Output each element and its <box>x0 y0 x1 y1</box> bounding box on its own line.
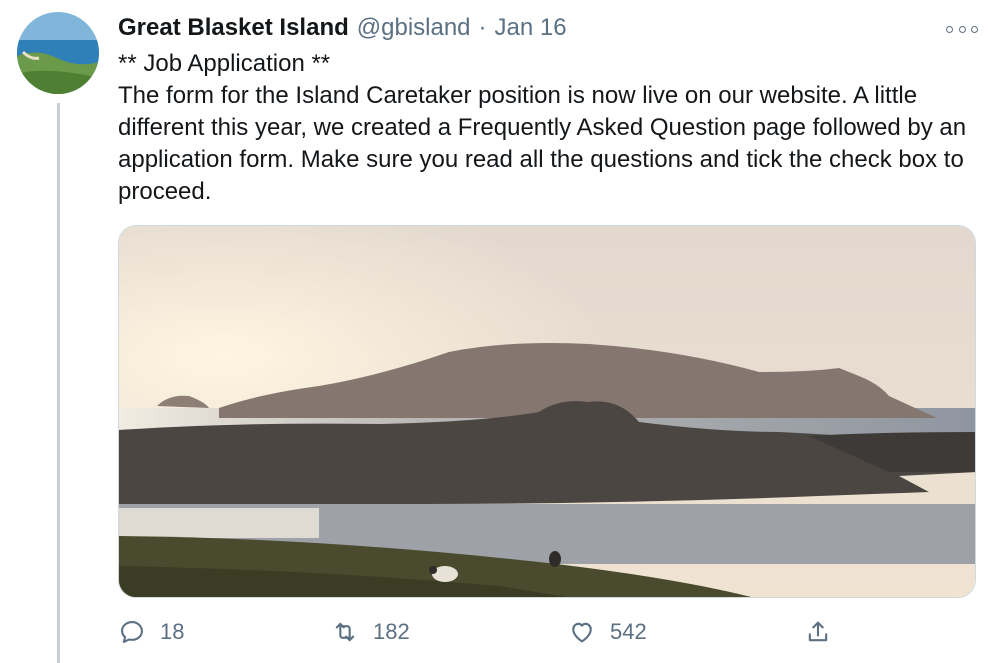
tweet-photo[interactable] <box>118 225 976 598</box>
tweet-heading: ** Job Application ** <box>118 50 331 77</box>
separator-dot: · <box>478 14 487 41</box>
reply-count: 18 <box>160 619 185 644</box>
tweet-header: Great Blasket Island @gbisland · Jan 16 <box>118 12 567 44</box>
thread-line <box>57 103 60 663</box>
tweet-text: ** Job Application ** The form for the I… <box>118 48 978 208</box>
avatar-image <box>17 12 99 94</box>
island-landscape-image <box>119 226 975 597</box>
reply-icon <box>121 621 143 643</box>
display-name[interactable]: Great Blasket Island <box>118 14 349 42</box>
retweet-icon <box>335 622 355 642</box>
reply-button[interactable]: 18 <box>118 612 184 652</box>
tweet-actions: 18 182 542 <box>118 612 978 652</box>
share-button[interactable] <box>804 612 846 652</box>
more-options-icon[interactable] <box>946 18 978 40</box>
retweet-count: 182 <box>373 619 410 644</box>
tweet-body: The form for the Island Caretaker positi… <box>118 82 967 205</box>
user-handle[interactable]: @gbisland <box>357 14 471 42</box>
tweet-date[interactable]: Jan 16 <box>495 14 567 42</box>
share-icon <box>808 621 828 642</box>
retweet-button[interactable]: 182 <box>331 612 410 652</box>
avatar[interactable] <box>17 12 99 94</box>
like-count: 542 <box>610 619 647 644</box>
like-button[interactable]: 542 <box>568 612 647 652</box>
heart-icon <box>572 622 592 643</box>
